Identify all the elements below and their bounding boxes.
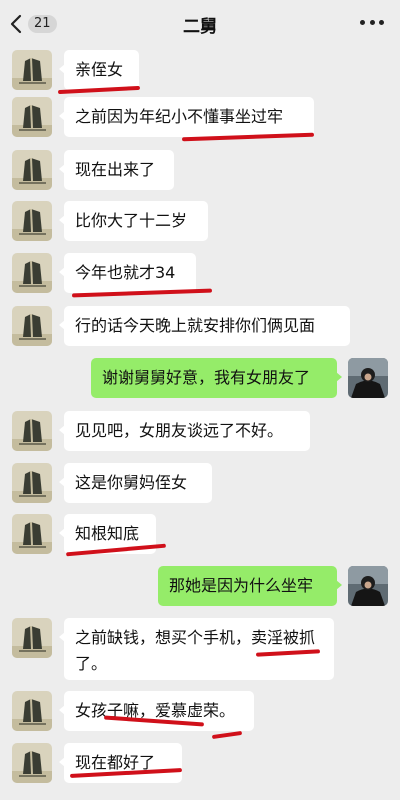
message-text: 现在出来了 [75,160,156,179]
contact-avatar[interactable] [12,411,52,451]
contact-avatar-image [12,618,52,658]
contact-avatar[interactable] [12,691,52,731]
contact-avatar[interactable] [12,50,52,90]
message-text: 谢谢舅舅好意，我有女朋友了 [102,368,311,387]
my-avatar-image [348,358,388,398]
contact-avatar-image [12,691,52,731]
my-avatar[interactable] [348,566,388,606]
message-bubble[interactable]: 亲侄女 [59,50,139,90]
contact-avatar-image [12,514,52,554]
message-text: 今年也就才34 [75,263,176,282]
contact-avatar[interactable] [12,253,52,293]
my-avatar-image [348,566,388,606]
message-bubble[interactable]: 那她是因为什么坐牢 [158,566,342,606]
message-text: 见见吧，女朋友谈远了不好。 [75,421,284,440]
contact-avatar-image [12,50,52,90]
message-text: 这是你舅妈侄女 [75,473,188,492]
message-bubble[interactable]: 见见吧，女朋友谈远了不好。 [59,411,310,451]
contact-avatar-image [12,97,52,137]
message-text: 亲侄女 [75,60,124,79]
contact-avatar[interactable] [12,150,52,190]
underline-mark [211,730,243,740]
message-bubble[interactable]: 之前缺钱，想买个手机，卖淫被抓 了。 [59,618,334,680]
message-text: 行的话今天晚上就安排你们俩见面 [75,316,316,335]
message-bubble[interactable]: 行的话今天晚上就安排你们俩见面 [59,306,350,346]
more-options-button[interactable] [360,20,384,28]
contact-avatar-image [12,463,52,503]
contact-avatar[interactable] [12,514,52,554]
message-bubble[interactable]: 这是你舅妈侄女 [59,463,212,503]
chat-header: 21 二舅 [0,0,400,48]
message-text: 现在都好了 [75,753,156,772]
message-text: 那她是因为什么坐牢 [169,576,314,595]
contact-avatar-image [12,743,52,783]
message-bubble[interactable]: 现在出来了 [59,150,174,190]
contact-avatar[interactable] [12,201,52,241]
contact-avatar[interactable] [12,463,52,503]
contact-avatar[interactable] [12,618,52,658]
contact-avatar[interactable] [12,743,52,783]
message-bubble[interactable]: 比你大了十二岁 [59,201,208,241]
my-avatar[interactable] [348,358,388,398]
contact-avatar-image [12,253,52,293]
message-text: 女孩子嘛，爱慕虚荣。 [75,701,236,720]
message-bubble[interactable]: 谢谢舅舅好意，我有女朋友了 [91,358,342,398]
message-bubble[interactable]: 今年也就才34 [59,253,196,293]
message-bubble[interactable]: 之前因为年纪小不懂事坐过牢 [59,97,314,137]
contact-avatar-image [12,411,52,451]
contact-avatar-image [12,306,52,346]
message-bubble[interactable]: 女孩子嘛，爱慕虚荣。 [59,691,254,731]
message-text: 比你大了十二岁 [75,211,188,230]
more-dots-icon [360,20,365,25]
contact-avatar[interactable] [12,97,52,137]
contact-avatar-image [12,201,52,241]
contact-avatar[interactable] [12,306,52,346]
message-text: 之前因为年纪小不懂事坐过牢 [75,107,284,126]
contact-avatar-image [12,150,52,190]
chat-title: 二舅 [183,17,217,37]
